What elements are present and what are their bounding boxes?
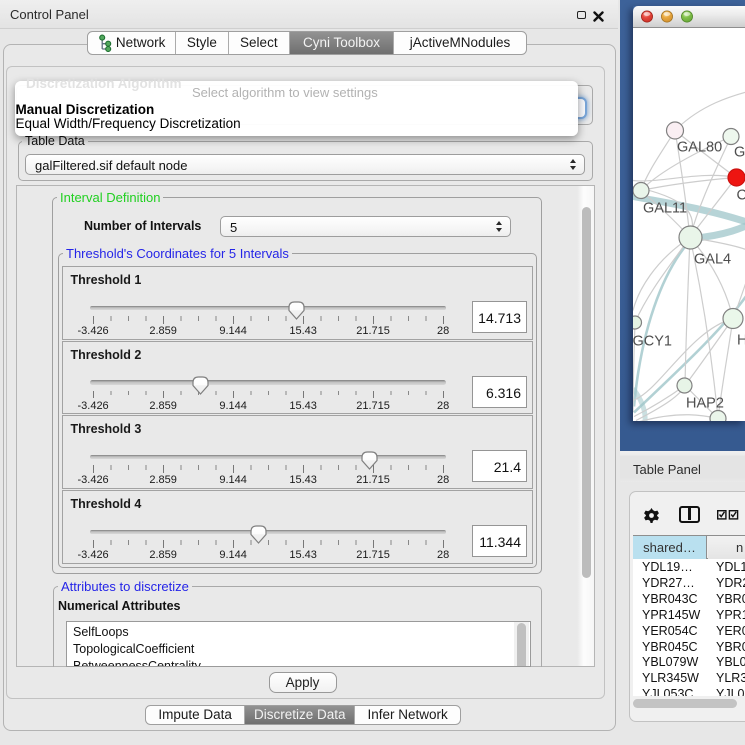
- svg-text:GAL80: GAL80: [677, 139, 722, 155]
- svg-text:GAL4: GAL4: [694, 251, 731, 267]
- svg-text:C: C: [737, 187, 745, 203]
- svg-text:GCY1: GCY1: [633, 333, 672, 349]
- svg-text:GAL11: GAL11: [643, 200, 687, 216]
- svg-text:HAP2: HAP2: [686, 395, 724, 411]
- svg-text:GA: GA: [734, 144, 745, 160]
- svg-text:H: H: [737, 332, 745, 348]
